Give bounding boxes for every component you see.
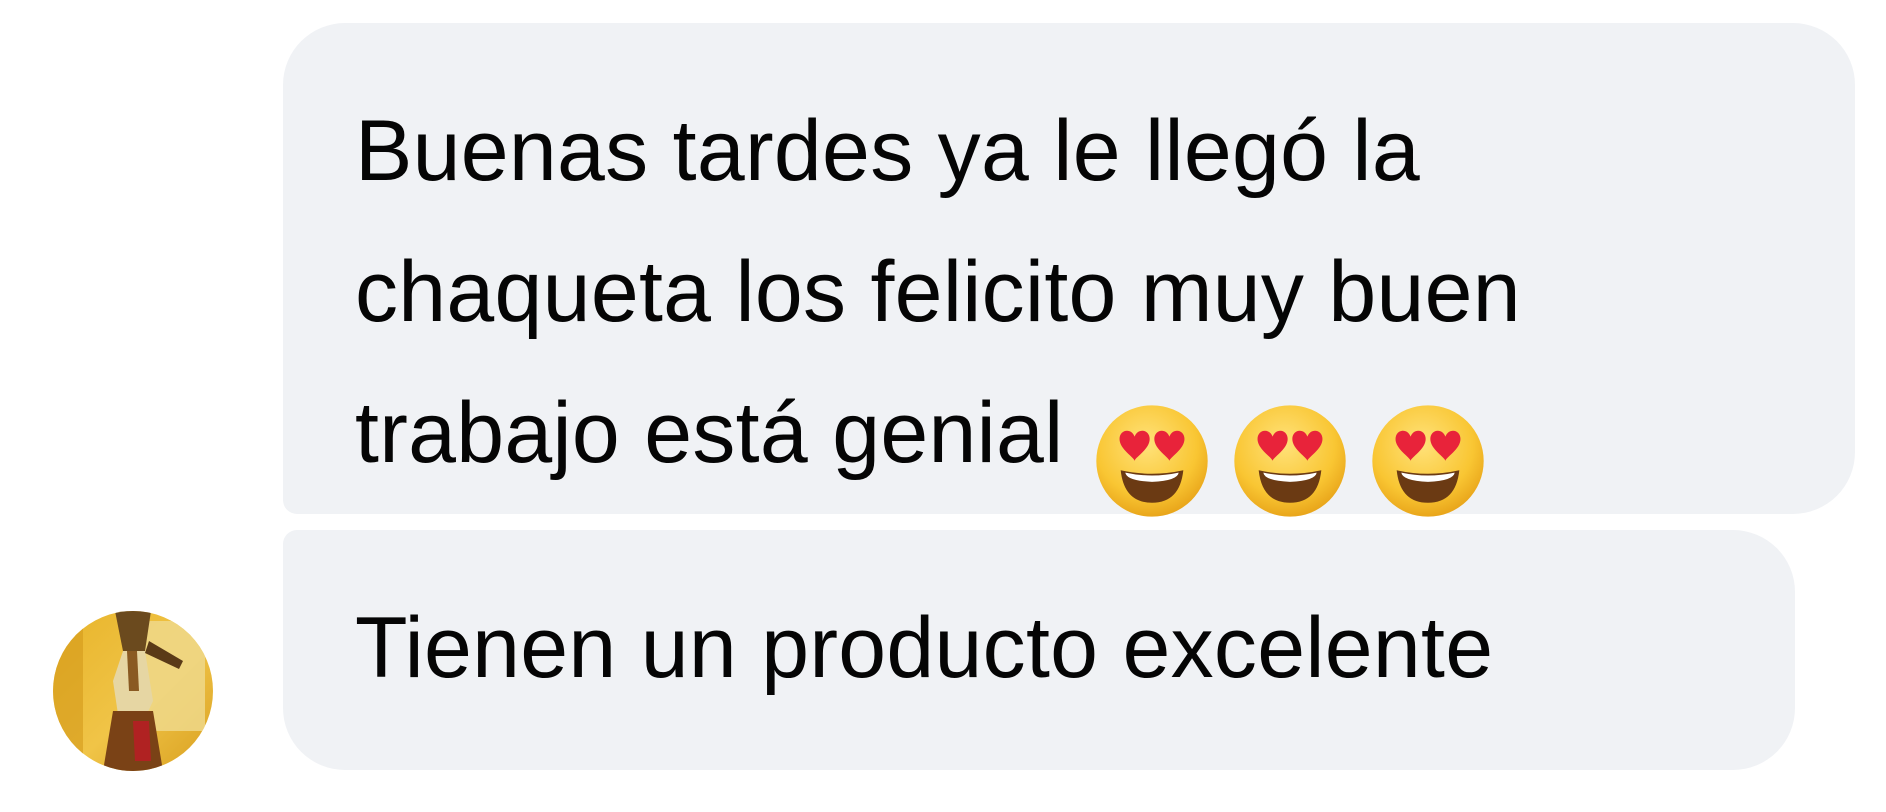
message-bubble-2[interactable]: Tienen un producto excelente	[283, 530, 1795, 770]
message-text-2: Tienen un producto excelente	[355, 600, 1494, 696]
avatar[interactable]	[53, 611, 213, 771]
message-line-1: Buenas tardes ya le llegó la	[355, 103, 1420, 199]
heart-eyes-emoji-icon	[1371, 405, 1484, 517]
message-line-3: trabajo está genial	[355, 385, 1064, 481]
message-line-2: chaqueta los felicito muy buen	[355, 244, 1521, 340]
emoji-group	[1094, 385, 1508, 526]
heart-eyes-emoji-icon	[1095, 405, 1208, 517]
heart-eyes-emoji-icon	[1233, 405, 1346, 517]
user-avatar-icon	[53, 611, 213, 771]
message-bubble-1[interactable]: Buenas tardes ya le llegó la chaqueta lo…	[283, 23, 1855, 517]
message-text-1: Buenas tardes ya le llegó la chaqueta lo…	[355, 81, 1795, 526]
